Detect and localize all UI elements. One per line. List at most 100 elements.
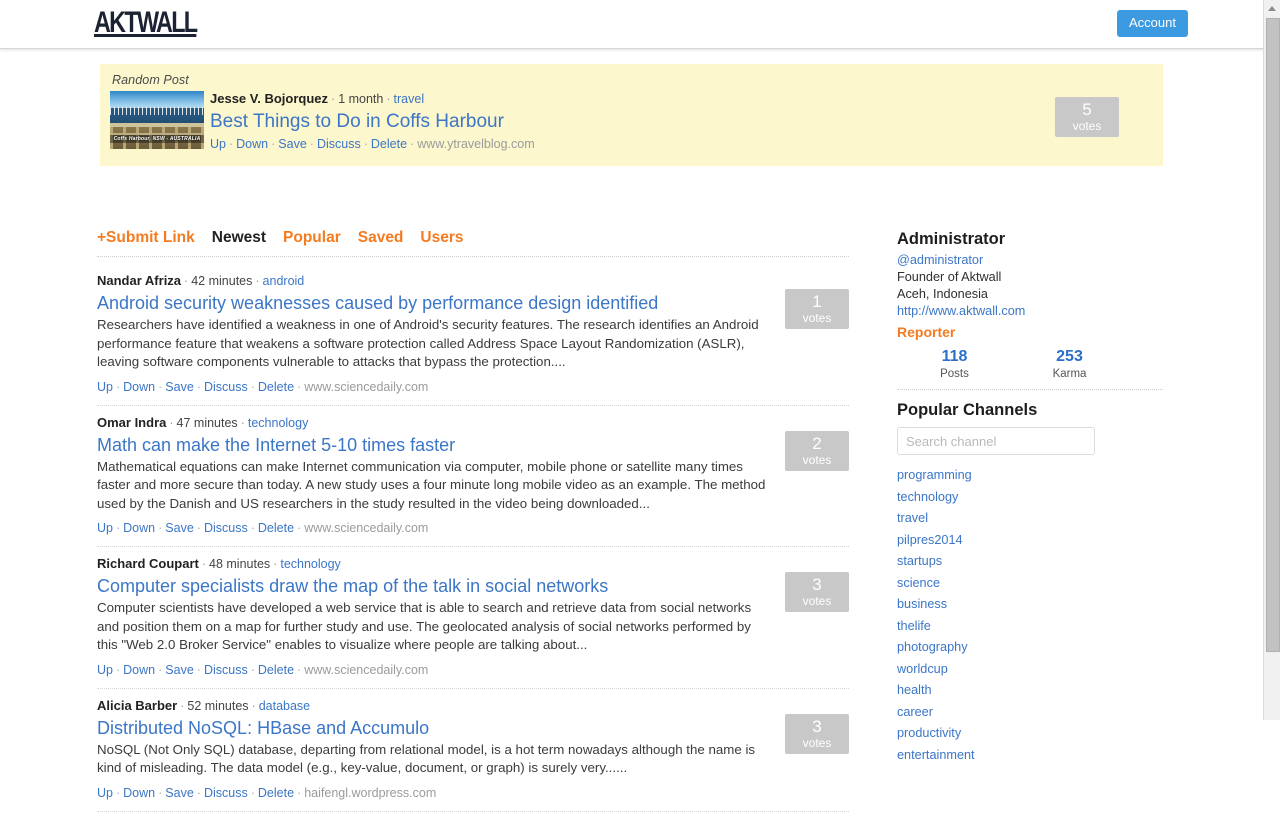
action-save[interactable]: Save bbox=[165, 380, 194, 394]
channel-item-business[interactable]: business bbox=[897, 594, 1163, 616]
action-save[interactable]: Save bbox=[278, 137, 307, 151]
post-content: Nandar Afriza · 42 minutes · android Android… bbox=[97, 273, 769, 396]
channel-item-travel[interactable]: travel bbox=[897, 508, 1163, 530]
page-scrollbar[interactable] bbox=[1263, 0, 1280, 720]
action-delete[interactable]: Delete bbox=[258, 786, 294, 800]
action-discuss[interactable]: Discuss bbox=[204, 521, 248, 535]
meta-separator: · bbox=[251, 698, 256, 713]
random-post-channel[interactable]: travel bbox=[394, 92, 425, 106]
tab-users[interactable]: Users bbox=[420, 229, 463, 247]
action-down[interactable]: Down bbox=[236, 137, 268, 151]
channel-item-worldcup[interactable]: worldcup bbox=[897, 659, 1163, 681]
channel-item-thelife[interactable]: thelife bbox=[897, 616, 1163, 638]
stat-karma-label: Karma bbox=[1052, 368, 1087, 380]
scroll-up-arrow-icon[interactable] bbox=[1264, 0, 1280, 16]
action-discuss[interactable]: Discuss bbox=[204, 786, 248, 800]
meta-separator: · bbox=[386, 92, 391, 106]
profile-bio: Founder of Aktwall bbox=[897, 270, 1002, 284]
site-logo[interactable]: AKTWALL bbox=[94, 7, 198, 39]
post-channel[interactable]: technology bbox=[248, 416, 308, 430]
action-save[interactable]: Save bbox=[165, 786, 194, 800]
profile-handle[interactable]: @administrator bbox=[897, 252, 1163, 269]
action-up[interactable]: Up bbox=[97, 786, 113, 800]
post-channel[interactable]: database bbox=[259, 699, 310, 713]
meta-separator: · bbox=[169, 415, 174, 430]
scrollbar-thumb[interactable] bbox=[1266, 18, 1280, 652]
channel-item-programming[interactable]: programming bbox=[897, 465, 1163, 487]
post-actions: Up · Down · Save · Discuss · Delete · www.scienced… bbox=[97, 662, 769, 679]
post-title[interactable]: Android security weaknesses caused by pe… bbox=[97, 292, 769, 315]
random-post-votes-badge[interactable]: 5 votes bbox=[1055, 97, 1119, 137]
tab-newest[interactable]: Newest bbox=[212, 229, 266, 247]
votes-label: votes bbox=[1072, 119, 1102, 133]
action-separator: · bbox=[158, 662, 163, 677]
post-channel[interactable]: technology bbox=[280, 557, 340, 571]
random-post-body: Jesse V. Bojorquez · 1 month · travel Best T… bbox=[210, 91, 535, 153]
post-item: Alicia Barber · 52 minutes · database Distri… bbox=[97, 698, 849, 812]
post-author[interactable]: Alicia Barber bbox=[97, 698, 177, 713]
action-discuss[interactable]: Discuss bbox=[204, 380, 248, 394]
post-content: Alicia Barber · 52 minutes · database Distri… bbox=[97, 698, 769, 802]
action-save[interactable]: Save bbox=[165, 521, 194, 535]
post-votes-badge[interactable]: 1 votes bbox=[785, 289, 849, 329]
action-separator: · bbox=[410, 137, 415, 151]
channel-item-health[interactable]: health bbox=[897, 680, 1163, 702]
channel-item-startups[interactable]: startups bbox=[897, 551, 1163, 573]
post-author[interactable]: Nandar Afriza bbox=[97, 273, 181, 288]
action-separator: · bbox=[250, 662, 255, 677]
action-separator: · bbox=[271, 137, 276, 151]
post-author[interactable]: Richard Coupart bbox=[97, 556, 199, 571]
post-summary: Mathematical equations can make Internet… bbox=[97, 458, 766, 511]
action-separator: · bbox=[228, 137, 234, 151]
random-post-title[interactable]: Best Things to Do in Coffs Harbour bbox=[210, 110, 535, 134]
action-down[interactable]: Down bbox=[123, 786, 155, 800]
channel-item-entertainment[interactable]: entertainment bbox=[897, 745, 1163, 767]
votes-label: votes bbox=[802, 452, 832, 467]
post-summary: Researchers have identified a weakness i… bbox=[97, 317, 759, 369]
action-up[interactable]: Up bbox=[210, 137, 226, 151]
action-up[interactable]: Up bbox=[97, 521, 113, 535]
random-post-thumbnail[interactable]: Coffs Harbour, NSW - AUSTRALIA bbox=[110, 91, 204, 149]
channel-item-science[interactable]: science bbox=[897, 573, 1163, 595]
action-separator: · bbox=[115, 521, 121, 535]
votes-count: 1 bbox=[812, 292, 822, 311]
channel-item-technology[interactable]: technology bbox=[897, 487, 1163, 509]
action-discuss[interactable]: Discuss bbox=[204, 663, 248, 677]
channel-item-pilpres2014[interactable]: pilpres2014 bbox=[897, 530, 1163, 552]
sidebar: Administrator @administrator Founder of … bbox=[897, 229, 1163, 766]
action-separator: · bbox=[297, 785, 302, 800]
stat-posts[interactable]: 118 Posts bbox=[897, 347, 1012, 381]
stat-posts-label: Posts bbox=[940, 368, 969, 380]
post-channel[interactable]: android bbox=[263, 274, 305, 288]
channel-search-input[interactable] bbox=[897, 427, 1095, 455]
action-delete[interactable]: Delete bbox=[258, 521, 294, 535]
post-title[interactable]: Computer specialists draw the map of the… bbox=[97, 575, 769, 598]
post-votes-badge[interactable]: 2 votes bbox=[785, 430, 849, 471]
post-votes-badge[interactable]: 3 votes bbox=[785, 572, 849, 612]
channel-item-photography[interactable]: photography bbox=[897, 637, 1163, 659]
account-button[interactable]: Account bbox=[1117, 10, 1188, 37]
channel-item-productivity[interactable]: productivity bbox=[897, 723, 1163, 745]
action-delete[interactable]: Delete bbox=[258, 380, 294, 394]
action-discuss[interactable]: Discuss bbox=[317, 137, 361, 151]
post-title[interactable]: Math can make the Internet 5-10 times fa… bbox=[97, 434, 769, 457]
meta-separator: · bbox=[201, 557, 207, 571]
profile-website[interactable]: http://www.aktwall.com bbox=[897, 303, 1163, 320]
action-save[interactable]: Save bbox=[165, 663, 194, 677]
stat-karma[interactable]: 253 Karma bbox=[1012, 347, 1127, 381]
action-up[interactable]: Up bbox=[97, 663, 113, 677]
post-content: Richard Coupart · 48 minutes · technology Co… bbox=[97, 556, 769, 679]
action-down[interactable]: Down bbox=[123, 663, 155, 677]
tab-popular[interactable]: Popular bbox=[283, 229, 341, 247]
action-delete[interactable]: Delete bbox=[258, 663, 294, 677]
post-meta: Richard Coupart · 48 minutes · technology bbox=[97, 556, 769, 572]
thumbnail-caption: Coffs Harbour, NSW - AUSTRALIA bbox=[110, 135, 204, 143]
action-down[interactable]: Down bbox=[123, 380, 155, 394]
tab-saved[interactable]: Saved bbox=[358, 229, 404, 247]
action-down[interactable]: Down bbox=[123, 521, 155, 535]
post-author[interactable]: Omar Indra bbox=[97, 415, 166, 430]
action-up[interactable]: Up bbox=[97, 380, 113, 394]
action-delete[interactable]: Delete bbox=[371, 137, 407, 151]
tab-submit-link[interactable]: +Submit Link bbox=[97, 229, 195, 247]
random-post-author[interactable]: Jesse V. Bojorquez bbox=[210, 91, 328, 106]
